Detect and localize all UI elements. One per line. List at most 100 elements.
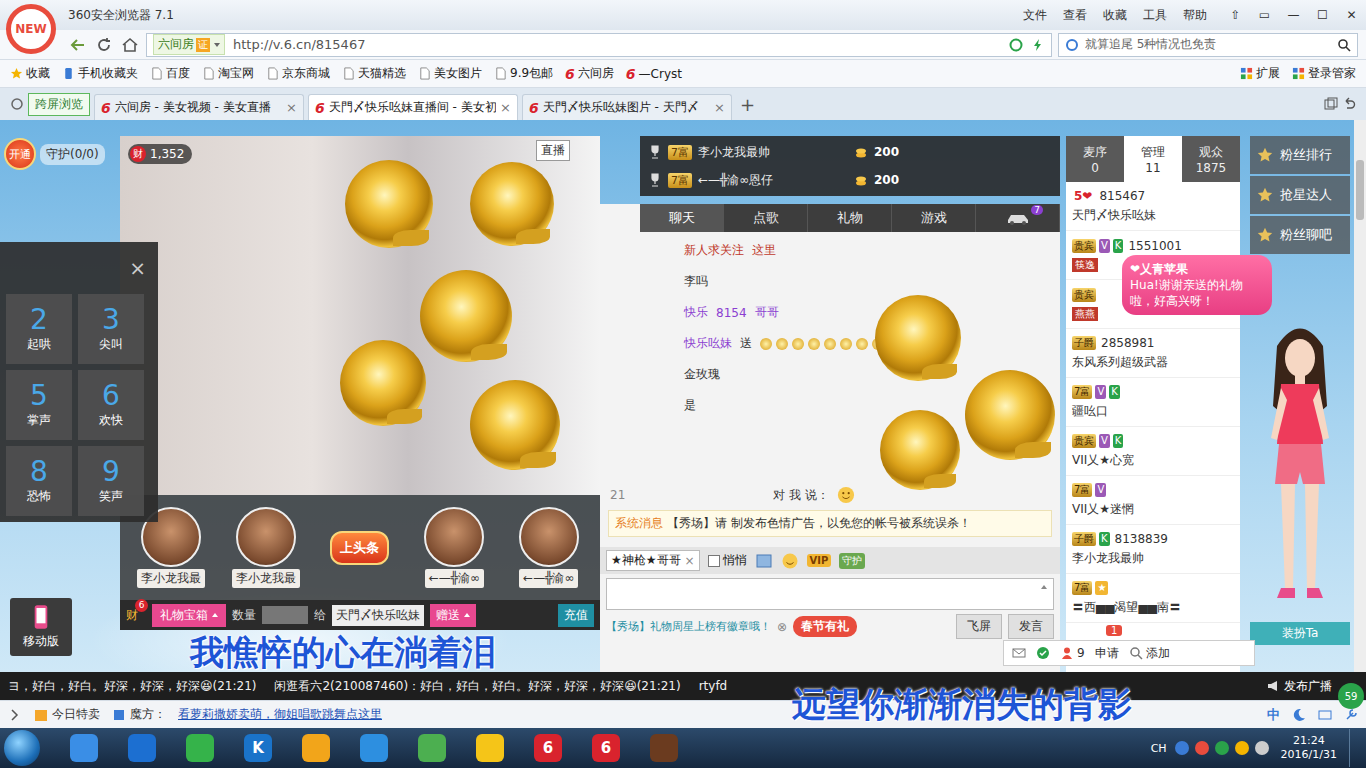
refresh-icon[interactable] — [94, 35, 114, 55]
ime-indicator[interactable]: 中 — [1267, 706, 1280, 724]
promo-link[interactable]: 看萝莉撒娇卖萌，御姐唱歌跳舞点这里 — [178, 706, 382, 723]
user-row[interactable]: 子爵2858981东风系列超级武器 — [1066, 329, 1240, 378]
browser-logo[interactable]: NEW — [6, 4, 56, 54]
dress-up-button[interactable]: 装扮Ta — [1250, 622, 1350, 645]
undo-icon[interactable] — [1342, 97, 1356, 111]
bookmark-item[interactable]: 百度 — [150, 65, 190, 82]
gift-sender[interactable]: 李小龙我最 — [221, 507, 311, 588]
chat-tab[interactable]: 游戏 — [892, 204, 976, 232]
bookmark-item[interactable]: 美女图片 — [418, 65, 482, 82]
user-tab[interactable]: 麦序0 — [1066, 136, 1124, 182]
taskbar-app[interactable] — [172, 730, 228, 766]
user-tab[interactable]: 观众1875 — [1182, 136, 1240, 182]
friend-count[interactable]: 9 — [1060, 646, 1085, 660]
sound-effect-key[interactable]: 6欢快 — [78, 370, 144, 440]
bookmark-item[interactable]: 天猫精选 — [342, 65, 406, 82]
cross-screen-button[interactable]: 跨屏浏览 — [28, 93, 90, 116]
broadcast-button[interactable]: 发布广播 — [1266, 678, 1332, 695]
tray-icon[interactable] — [1175, 741, 1189, 755]
ranking-row[interactable]: 7富李小龙我最帅200 — [648, 139, 1052, 165]
window-button[interactable]: ⇧ — [1221, 8, 1250, 22]
browser-tab[interactable]: 6天門〆快乐吆妹直播间 - 美女初× — [308, 94, 518, 120]
close-button[interactable]: × — [129, 256, 146, 280]
user-row[interactable]: 7富VVII乂★迷惘 — [1066, 476, 1240, 525]
language-indicator[interactable]: CH — [1151, 742, 1167, 755]
sidebar-toggle-icon[interactable] — [8, 708, 22, 722]
taskbar-app[interactable]: 6 — [520, 730, 576, 766]
chat-tab[interactable]: 礼物 — [808, 204, 892, 232]
tab-close-button[interactable]: × — [286, 100, 297, 115]
search-engine-icon[interactable] — [1065, 38, 1079, 52]
browser-tab[interactable]: 6六间房 - 美女视频 - 美女直播× — [94, 94, 304, 120]
bookmark-item[interactable]: 6 —Cryst — [626, 67, 682, 81]
window-button[interactable]: ☐ — [1308, 8, 1337, 22]
chat-tab[interactable]: 聊天 — [640, 204, 724, 232]
image-icon[interactable] — [755, 552, 773, 570]
keyboard-icon[interactable] — [1318, 708, 1332, 722]
bookmark-item[interactable]: 9.9包邮 — [494, 65, 553, 82]
vip-button[interactable]: VIP — [807, 554, 832, 567]
tab-close-button[interactable]: × — [714, 100, 725, 115]
fans-button[interactable]: 粉丝聊吧 — [1250, 216, 1350, 254]
user-tab[interactable]: 管理11 — [1124, 136, 1182, 182]
new-tab-button[interactable]: + — [736, 94, 759, 115]
private-checkbox[interactable] — [708, 555, 720, 567]
window-button[interactable]: ✕ — [1337, 8, 1366, 22]
tray-icon[interactable] — [1195, 741, 1209, 755]
add-button[interactable]: 添加 — [1129, 645, 1170, 662]
apply-button[interactable]: 申请 — [1095, 645, 1119, 662]
fans-button[interactable]: 粉丝排行 — [1250, 136, 1350, 174]
bookmark-item[interactable]: 6 六间房 — [565, 65, 614, 82]
bookmark-item[interactable]: 手机收藏夹 — [62, 65, 138, 82]
user-row[interactable]: 子爵K8138839李小龙我最帅 — [1066, 525, 1240, 574]
chat-target[interactable]: ★神枪★哥哥× — [606, 550, 700, 571]
headline-sign[interactable]: 上头条 — [330, 531, 389, 565]
gift-sender[interactable]: 上头条 — [315, 531, 405, 565]
taskbar-app[interactable] — [404, 730, 460, 766]
speed-badge[interactable]: 59 — [1338, 683, 1364, 709]
fans-button[interactable]: 抢星达人 — [1250, 176, 1350, 214]
cloud-icon[interactable] — [10, 97, 24, 111]
guard-pill[interactable]: 开通守护(0/0) — [4, 138, 120, 170]
recharge-button[interactable]: 充值 — [558, 604, 594, 627]
ranking-row[interactable]: 7富←—╬渝∞恩仔200 — [648, 167, 1052, 193]
send-gift-button[interactable]: 赠送 — [430, 604, 476, 627]
quantity-input[interactable] — [262, 606, 308, 624]
guard-button[interactable]: 守护 — [839, 553, 865, 569]
daily-sale-link[interactable]: 今日特卖 — [34, 706, 100, 723]
mobile-version-button[interactable]: 移动版 — [10, 598, 72, 656]
window-button[interactable]: ▭ — [1250, 8, 1279, 22]
taskbar-app[interactable]: K — [230, 730, 286, 766]
wrench-icon[interactable] — [1344, 708, 1358, 722]
private-toggle[interactable]: 悄悄 — [708, 552, 747, 569]
tray-icon[interactable] — [1255, 741, 1269, 755]
sound-effect-key[interactable]: 8恐怖 — [6, 446, 72, 516]
url-field[interactable]: 六间房证http://v.6.cn/815467 — [146, 33, 1052, 57]
security-icon[interactable] — [1009, 38, 1023, 52]
restore-tabs-icon[interactable] — [1324, 97, 1338, 111]
gift-sender[interactable]: ←—╬渝∞ — [409, 507, 499, 588]
sound-effect-key[interactable]: 9笑声 — [78, 446, 144, 516]
gift-box-button[interactable]: 礼物宝箱 — [152, 604, 226, 627]
avatar-girl-figure[interactable] — [1255, 316, 1345, 616]
fly-screen-button[interactable]: 飞屏 — [956, 614, 1002, 639]
menu-item[interactable]: 帮助 — [1175, 7, 1215, 24]
browser-tab[interactable]: 6天門〆快乐吆妹图片 - 天門〆× — [522, 94, 732, 120]
tray-icon[interactable] — [1235, 741, 1249, 755]
taskbar-app[interactable] — [636, 730, 692, 766]
festival-button[interactable]: 春节有礼 — [793, 616, 857, 637]
menu-item[interactable]: 查看 — [1055, 7, 1095, 24]
scrollbar-thumb[interactable] — [1356, 160, 1364, 220]
search-field[interactable]: 就算追尾 5种情况也免责 — [1058, 33, 1358, 57]
toolbar-button[interactable]: 扩展 — [1240, 65, 1280, 82]
user-row[interactable]: 7富★〓西▅▅渴望▅▅南〓 — [1066, 574, 1240, 623]
guard-open-button[interactable]: 开通 — [4, 138, 36, 170]
mail-icon[interactable] — [1012, 646, 1026, 660]
magnifier-icon[interactable] — [1337, 38, 1351, 52]
tab-close-button[interactable]: × — [500, 100, 511, 115]
check-icon[interactable] — [1036, 646, 1050, 660]
tray-icon[interactable] — [1215, 741, 1229, 755]
sound-effect-key[interactable]: 3尖叫 — [78, 294, 144, 364]
taskbar-app[interactable]: 6 — [578, 730, 634, 766]
url-text[interactable]: http://v.6.cn/815467 — [233, 37, 365, 52]
